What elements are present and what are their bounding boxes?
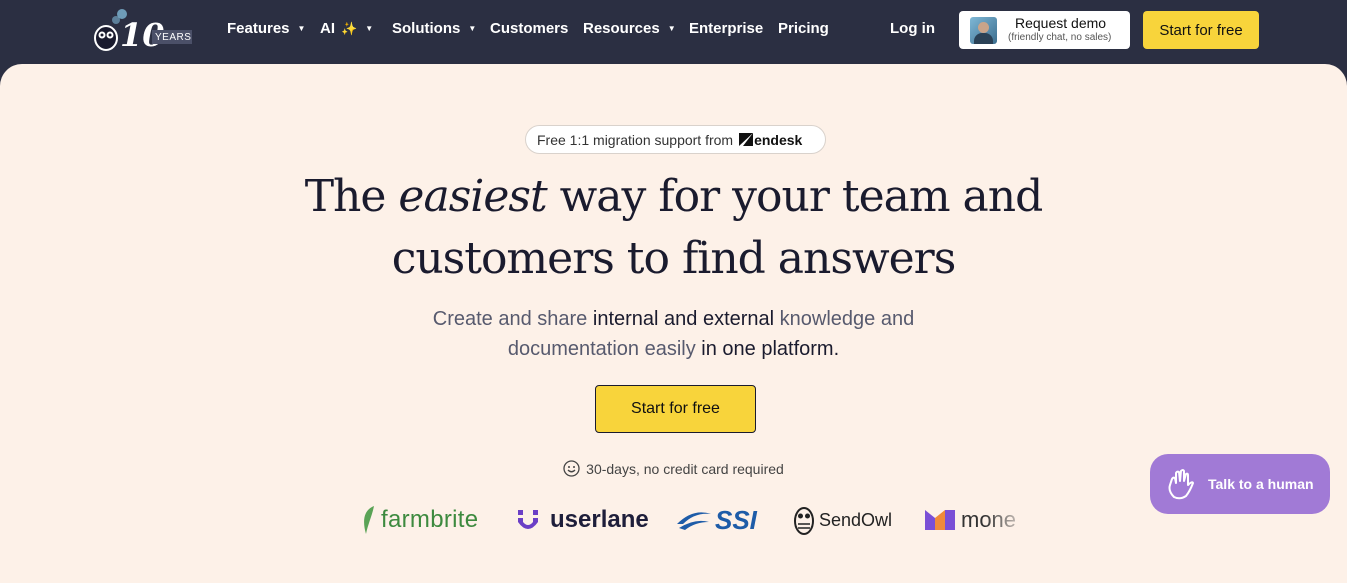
caret-down-icon: ▼ <box>365 24 374 33</box>
customer-logos: farmbrite userlane SSI SendOwl <box>0 500 1347 540</box>
zendesk-wordmark: endesk <box>754 131 803 148</box>
hero-subheadline: Create and share internal and external k… <box>0 304 1347 364</box>
nav-item-pricing[interactable]: Pricing <box>778 20 829 37</box>
headline-part: The <box>304 171 399 222</box>
trial-note-text: 30-days, no credit card required <box>586 460 784 477</box>
owl-icon <box>794 507 814 535</box>
sub-emphasis: internal and external <box>592 308 775 330</box>
logo-10-years[interactable]: 10 YEARS <box>92 6 196 54</box>
zendesk-z-icon <box>739 133 754 146</box>
mone-m-icon <box>925 510 955 530</box>
logo-ssi: SSI <box>675 500 757 540</box>
headline-emphasis: easiest <box>398 171 547 222</box>
migration-support-pill[interactable]: Free 1:1 migration support from endesk <box>525 125 826 154</box>
farmbrite-wordmark: farmbrite <box>381 506 479 533</box>
sub-emphasis: in one platform. <box>701 338 840 360</box>
sparkle-icon: ✨ <box>341 20 358 36</box>
nav-item-label: Pricing <box>778 20 829 37</box>
nav-item-resources[interactable]: Resources ▼ <box>583 20 676 37</box>
wave-hand-icon <box>1168 469 1194 500</box>
avatar <box>970 17 997 44</box>
start-for-free-nav-button[interactable]: Start for free <box>1143 11 1259 49</box>
talk-to-human-label: Talk to a human <box>1208 476 1314 492</box>
zendesk-logo: endesk <box>739 132 802 148</box>
nav-item-label: AI <box>320 20 335 37</box>
userlane-wordmark: userlane <box>550 506 649 533</box>
caret-down-icon: ▼ <box>297 24 306 33</box>
ssi-swoosh-icon <box>677 512 711 530</box>
nav-item-label: Features <box>227 20 290 37</box>
pill-text: Free 1:1 migration support from <box>537 131 734 148</box>
sub-part: Create and share <box>432 308 593 330</box>
logo-carousel-fade <box>985 500 1030 540</box>
nav-item-enterprise[interactable]: Enterprise <box>689 20 763 37</box>
smile-icon <box>563 460 580 477</box>
sub-part: documentation easily <box>507 338 702 360</box>
talk-to-human-button[interactable]: Talk to a human <box>1150 454 1330 514</box>
top-navigation: 10 YEARS Features ▼ AI ✨ ▼ Solutions ▼ C… <box>0 0 1347 64</box>
logo-sendowl: SendOwl <box>793 500 892 540</box>
headline-line-2: customers to find answers <box>391 233 957 284</box>
nav-item-customers[interactable]: Customers <box>490 20 568 37</box>
request-demo-sublabel: (friendly chat, no sales) <box>1008 32 1112 43</box>
caret-down-icon: ▼ <box>468 24 477 33</box>
sub-part: knowledge and <box>774 308 915 330</box>
logo-farmbrite: farmbrite <box>360 500 478 540</box>
nav-item-solutions[interactable]: Solutions ▼ <box>392 20 476 37</box>
nav-item-label: Resources <box>583 20 660 37</box>
logo-years-label: YEARS <box>155 32 192 43</box>
trial-note: 30-days, no credit card required <box>0 460 1347 477</box>
leaf-icon <box>364 506 374 534</box>
hero-headline: The easiest way for your team and custom… <box>0 166 1347 290</box>
start-for-free-hero-button[interactable]: Start for free <box>595 385 756 433</box>
request-demo-label: Request demo <box>1015 15 1107 31</box>
owl-logo-icon: 10 <box>94 9 192 54</box>
headline-part: way for your team and <box>546 171 1044 222</box>
sendowl-wordmark: SendOwl <box>819 509 893 530</box>
request-demo-button[interactable]: Request demo (friendly chat, no sales) <box>959 11 1130 49</box>
nav-item-label: Enterprise <box>689 20 764 37</box>
nav-item-label: Customers <box>490 20 569 37</box>
hero-section: Free 1:1 migration support from endesk T… <box>0 64 1347 583</box>
nav-item-label: Solutions <box>392 20 461 37</box>
caret-down-icon: ▼ <box>667 24 676 33</box>
ssi-wordmark: SSI <box>715 504 757 535</box>
nav-item-ai[interactable]: AI ✨ ▼ <box>320 20 373 37</box>
logo-userlane: userlane <box>516 500 649 540</box>
nav-item-features[interactable]: Features ▼ <box>227 20 305 37</box>
userlane-u-icon <box>518 510 538 529</box>
login-link[interactable]: Log in <box>890 20 935 37</box>
